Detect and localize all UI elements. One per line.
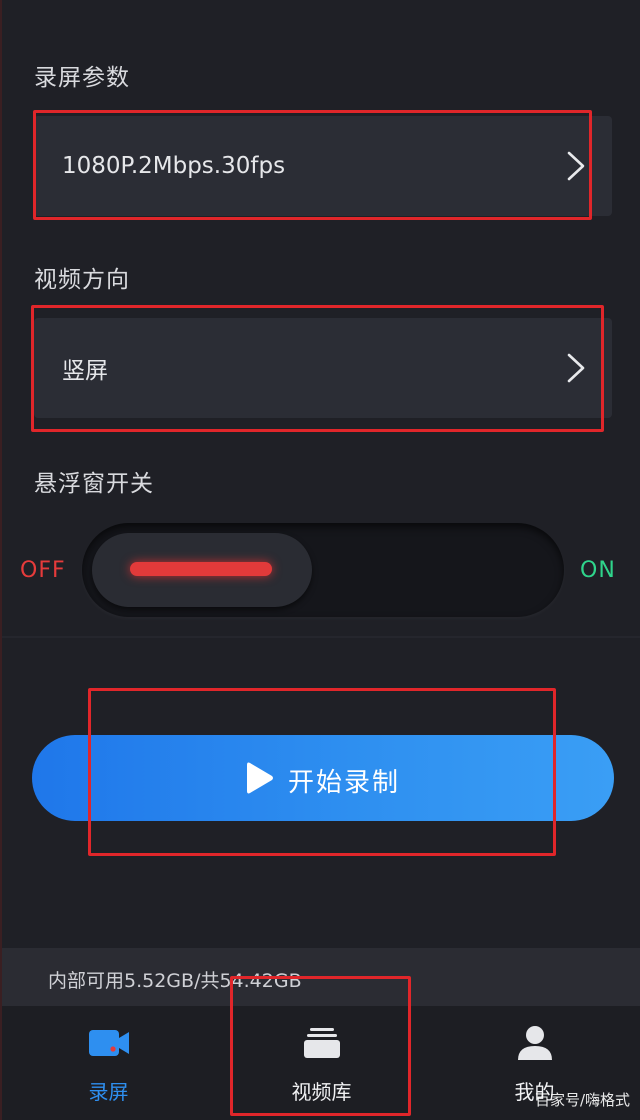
chevron-right-icon [567,151,585,181]
tab-record[interactable]: 录屏 [2,1006,215,1120]
floating-window-label: 悬浮窗开关 [34,471,154,497]
record-params-row[interactable]: 1080P.2Mbps.30fps [34,116,612,216]
orientation-value: 竖屏 [62,358,108,384]
record-params-value: 1080P.2Mbps.30fps [62,153,286,179]
section-divider [2,636,640,638]
watermark-text: 百家号/嗨格式 [534,1091,630,1109]
start-recording-button[interactable]: 开始录制 [32,735,614,821]
orientation-row[interactable]: 竖屏 [34,318,612,418]
video-camera-icon [88,1030,129,1056]
switch-on-label: ON [580,558,616,583]
toggle-knob-indicator [130,562,272,576]
orientation-label: 视频方向 [34,267,130,293]
video-library-icon [303,1028,340,1058]
storage-info-bar: 内部可用5.52GB/共54.42GB [2,948,640,1006]
tab-record-label: 录屏 [88,1080,129,1104]
floating-window-toggle[interactable] [82,523,564,617]
tab-video-library[interactable]: 视频库 [215,1006,428,1120]
user-icon [517,1026,552,1060]
start-recording-label: 开始录制 [288,768,401,798]
toggle-knob[interactable] [92,533,312,607]
bottom-tab-bar: 录屏 视频库 我的 百家号/嗨格式 [2,1006,640,1120]
storage-text: 内部可用5.52GB/共54.42GB [48,970,302,992]
chevron-right-icon [567,353,585,383]
record-params-label: 录屏参数 [34,65,130,91]
switch-off-label: OFF [20,558,66,583]
play-icon [247,762,273,794]
recorder-screen: 录屏参数 1080P.2Mbps.30fps 视频方向 竖屏 悬浮窗开关 OFF… [0,0,640,1120]
tab-video-library-label: 视频库 [291,1080,352,1104]
floating-window-switch-row: OFF ON [2,505,640,635]
